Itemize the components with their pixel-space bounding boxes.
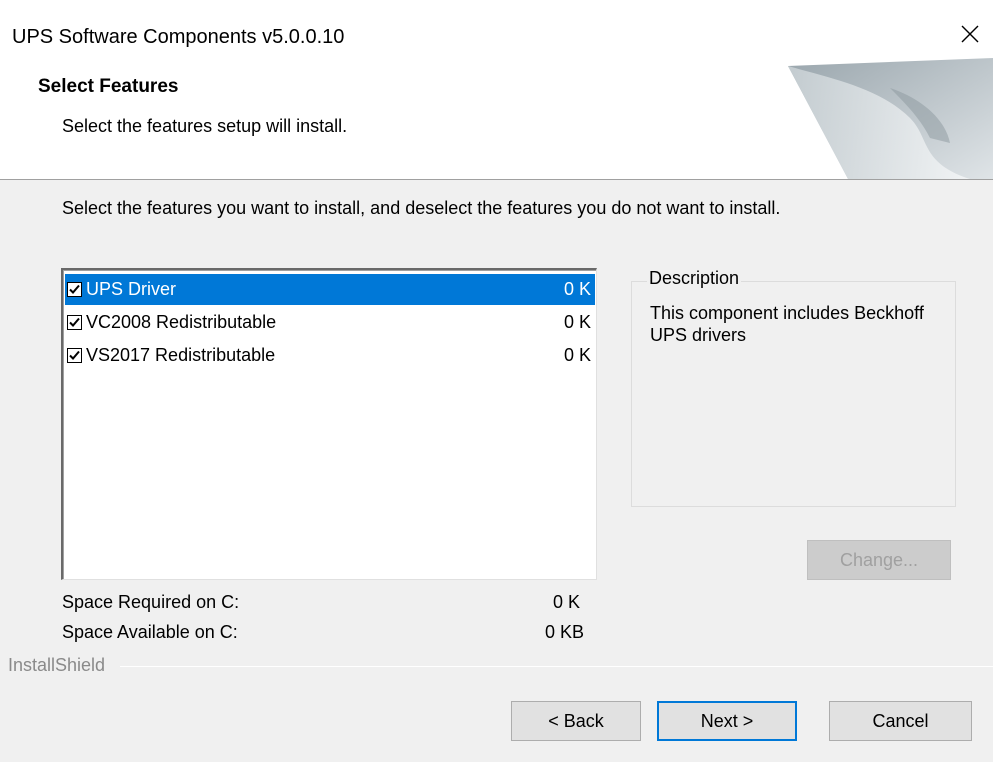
header-panel: Select Features Select the features setu… [0, 58, 993, 180]
checkmark-icon [69, 317, 80, 327]
close-button[interactable] [947, 14, 993, 54]
page-title: Select Features [38, 76, 179, 97]
back-button[interactable]: < Back [511, 701, 641, 741]
feature-label: VC2008 Redistributable [86, 312, 277, 332]
description-legend: Description [647, 268, 742, 289]
checkmark-icon [69, 284, 80, 294]
feature-row-vc2008[interactable]: VC2008 Redistributable 0 K [65, 307, 595, 338]
brand-divider [120, 666, 993, 667]
cancel-button[interactable]: Cancel [829, 701, 972, 741]
close-icon [961, 25, 979, 43]
space-required-label: Space Required on C: [62, 592, 240, 612]
description-text: This component includes Beckhoff UPS dri… [650, 303, 924, 345]
feature-size: 0 K [563, 312, 591, 332]
space-available-value: 0 KB [544, 622, 584, 642]
checkmark-icon [69, 350, 80, 360]
space-available-label: Space Available on C: [62, 622, 238, 642]
installer-window: UPS Software Components v5.0.0.10 Select… [0, 0, 993, 762]
feature-size: 0 K [563, 279, 591, 299]
page-curl-icon [788, 58, 993, 179]
feature-checkbox[interactable] [67, 348, 82, 363]
instruction-text: Select the features you want to install,… [62, 198, 781, 218]
header-art-image [770, 58, 993, 179]
next-button[interactable]: Next > [657, 701, 797, 741]
window-title: UPS Software Components v5.0.0.10 [12, 26, 345, 48]
feature-label: UPS Driver [86, 279, 177, 299]
feature-label: VS2017 Redistributable [86, 345, 276, 365]
feature-tree[interactable]: UPS Driver 0 K VC2008 Redistributable 0 … [61, 268, 597, 580]
page-subtitle: Select the features setup will install. [62, 116, 348, 136]
change-button[interactable]: Change... [807, 540, 951, 580]
feature-checkbox[interactable] [67, 282, 82, 297]
feature-row-ups-driver[interactable]: UPS Driver 0 K [65, 274, 595, 305]
feature-row-vs2017[interactable]: VS2017 Redistributable 0 K [65, 340, 595, 371]
feature-size: 0 K [563, 345, 591, 365]
feature-checkbox[interactable] [67, 315, 82, 330]
installshield-brand: InstallShield [8, 655, 112, 676]
space-required-value: 0 K [552, 592, 580, 612]
